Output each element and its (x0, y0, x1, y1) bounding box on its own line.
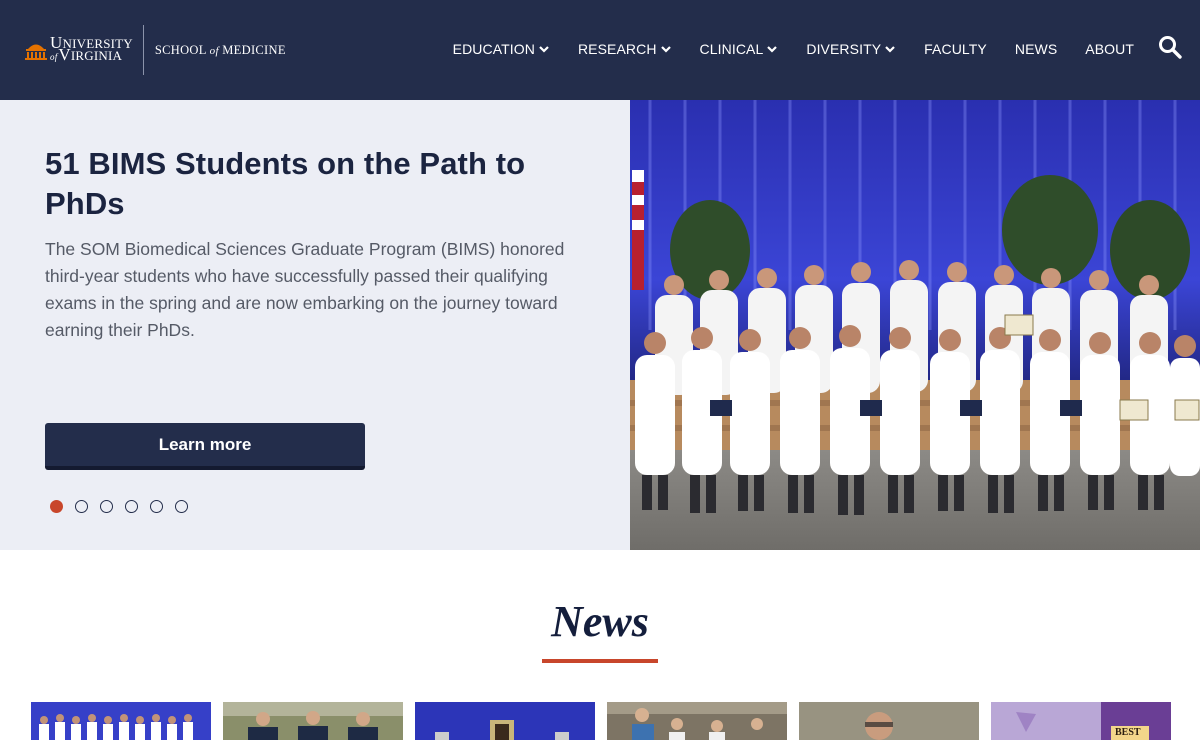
school-of: of (209, 44, 219, 57)
nav-label: FACULTY (924, 41, 987, 57)
nav-education[interactable]: EDUCATION (453, 38, 550, 60)
news-image-5 (799, 702, 979, 740)
learn-more-button[interactable]: Learn more (45, 423, 365, 470)
hero-title: 51 BIMS Students on the Path to PhDs (45, 146, 526, 221)
main-nav: EDUCATION RESEARCH CLINICAL DIVERSITY FA… (453, 38, 1134, 60)
nav-label: RESEARCH (577, 41, 657, 57)
uva-som-logo[interactable]: UNIVERSITY of VIRGINIA SCHOOL of MEDICIN… (24, 24, 286, 76)
chevron-down-icon (767, 46, 778, 53)
news-image-1 (31, 702, 211, 740)
news-image-3 (415, 702, 595, 740)
university-wordmark: UNIVERSITY of VIRGINIA (50, 36, 133, 64)
rotunda-icon (25, 44, 47, 60)
university-line2: VIRGINIA (58, 45, 123, 64)
best-badge-text: BEST (1115, 727, 1141, 738)
nav-label: DIVERSITY (806, 41, 882, 57)
carousel-dot-3[interactable] (100, 500, 113, 513)
carousel-pagination (50, 500, 200, 513)
nav-about[interactable]: ABOUT (1085, 38, 1134, 60)
nav-label: EDUCATION (452, 41, 535, 57)
school-pre: SCHOOL (154, 42, 207, 57)
hero-carousel: 51 BIMS Students on the Path to PhDs The… (0, 100, 1200, 550)
carousel-dot-6[interactable] (175, 500, 188, 513)
news-card-thumb-3[interactable] (415, 702, 595, 740)
news-card-thumb-6[interactable]: BEST (991, 702, 1171, 740)
nav-faculty[interactable]: FACULTY (924, 38, 987, 60)
nav-label: ABOUT (1085, 41, 1134, 57)
nav-label: NEWS (1014, 41, 1058, 57)
news-thumbnail-row: BEST (31, 702, 1171, 740)
news-heading: News (551, 597, 649, 646)
chevron-down-icon (660, 46, 671, 53)
news-image-2 (223, 702, 403, 740)
news-card-thumb-4[interactable] (607, 702, 787, 740)
news-heading-underline (542, 659, 658, 663)
university-of: of (50, 52, 58, 62)
chevron-down-icon (885, 46, 895, 53)
hero-image (630, 100, 1200, 550)
carousel-dot-4[interactable] (125, 500, 138, 513)
nav-research[interactable]: RESEARCH (578, 38, 672, 60)
news-image-6 (991, 702, 1171, 740)
search-icon[interactable] (1157, 34, 1183, 60)
nav-diversity[interactable]: DIVERSITY (806, 38, 896, 60)
news-card-thumb-5[interactable] (799, 702, 979, 740)
news-card-thumb-2[interactable] (223, 702, 403, 740)
logo-divider (142, 25, 144, 75)
chevron-down-icon (539, 46, 549, 53)
hero-description: The SOM Biomedical Sciences Graduate Pro… (45, 239, 565, 340)
school-post: MEDICINE (222, 42, 286, 57)
nav-clinical[interactable]: CLINICAL (700, 38, 779, 60)
carousel-dot-2[interactable] (75, 500, 88, 513)
news-image-4 (607, 702, 787, 740)
nav-label: CLINICAL (699, 41, 764, 57)
carousel-dot-5[interactable] (150, 500, 163, 513)
hero-text-panel: 51 BIMS Students on the Path to PhDs The… (0, 100, 630, 550)
carousel-dot-1[interactable] (50, 500, 63, 513)
nav-news[interactable]: NEWS (1015, 38, 1057, 60)
group-photo-illustration (630, 100, 1200, 550)
news-card-thumb-1[interactable] (31, 702, 211, 740)
school-wordmark: SCHOOL of MEDICINE (155, 43, 286, 58)
site-header: UNIVERSITY of VIRGINIA SCHOOL of MEDICIN… (0, 0, 1200, 100)
